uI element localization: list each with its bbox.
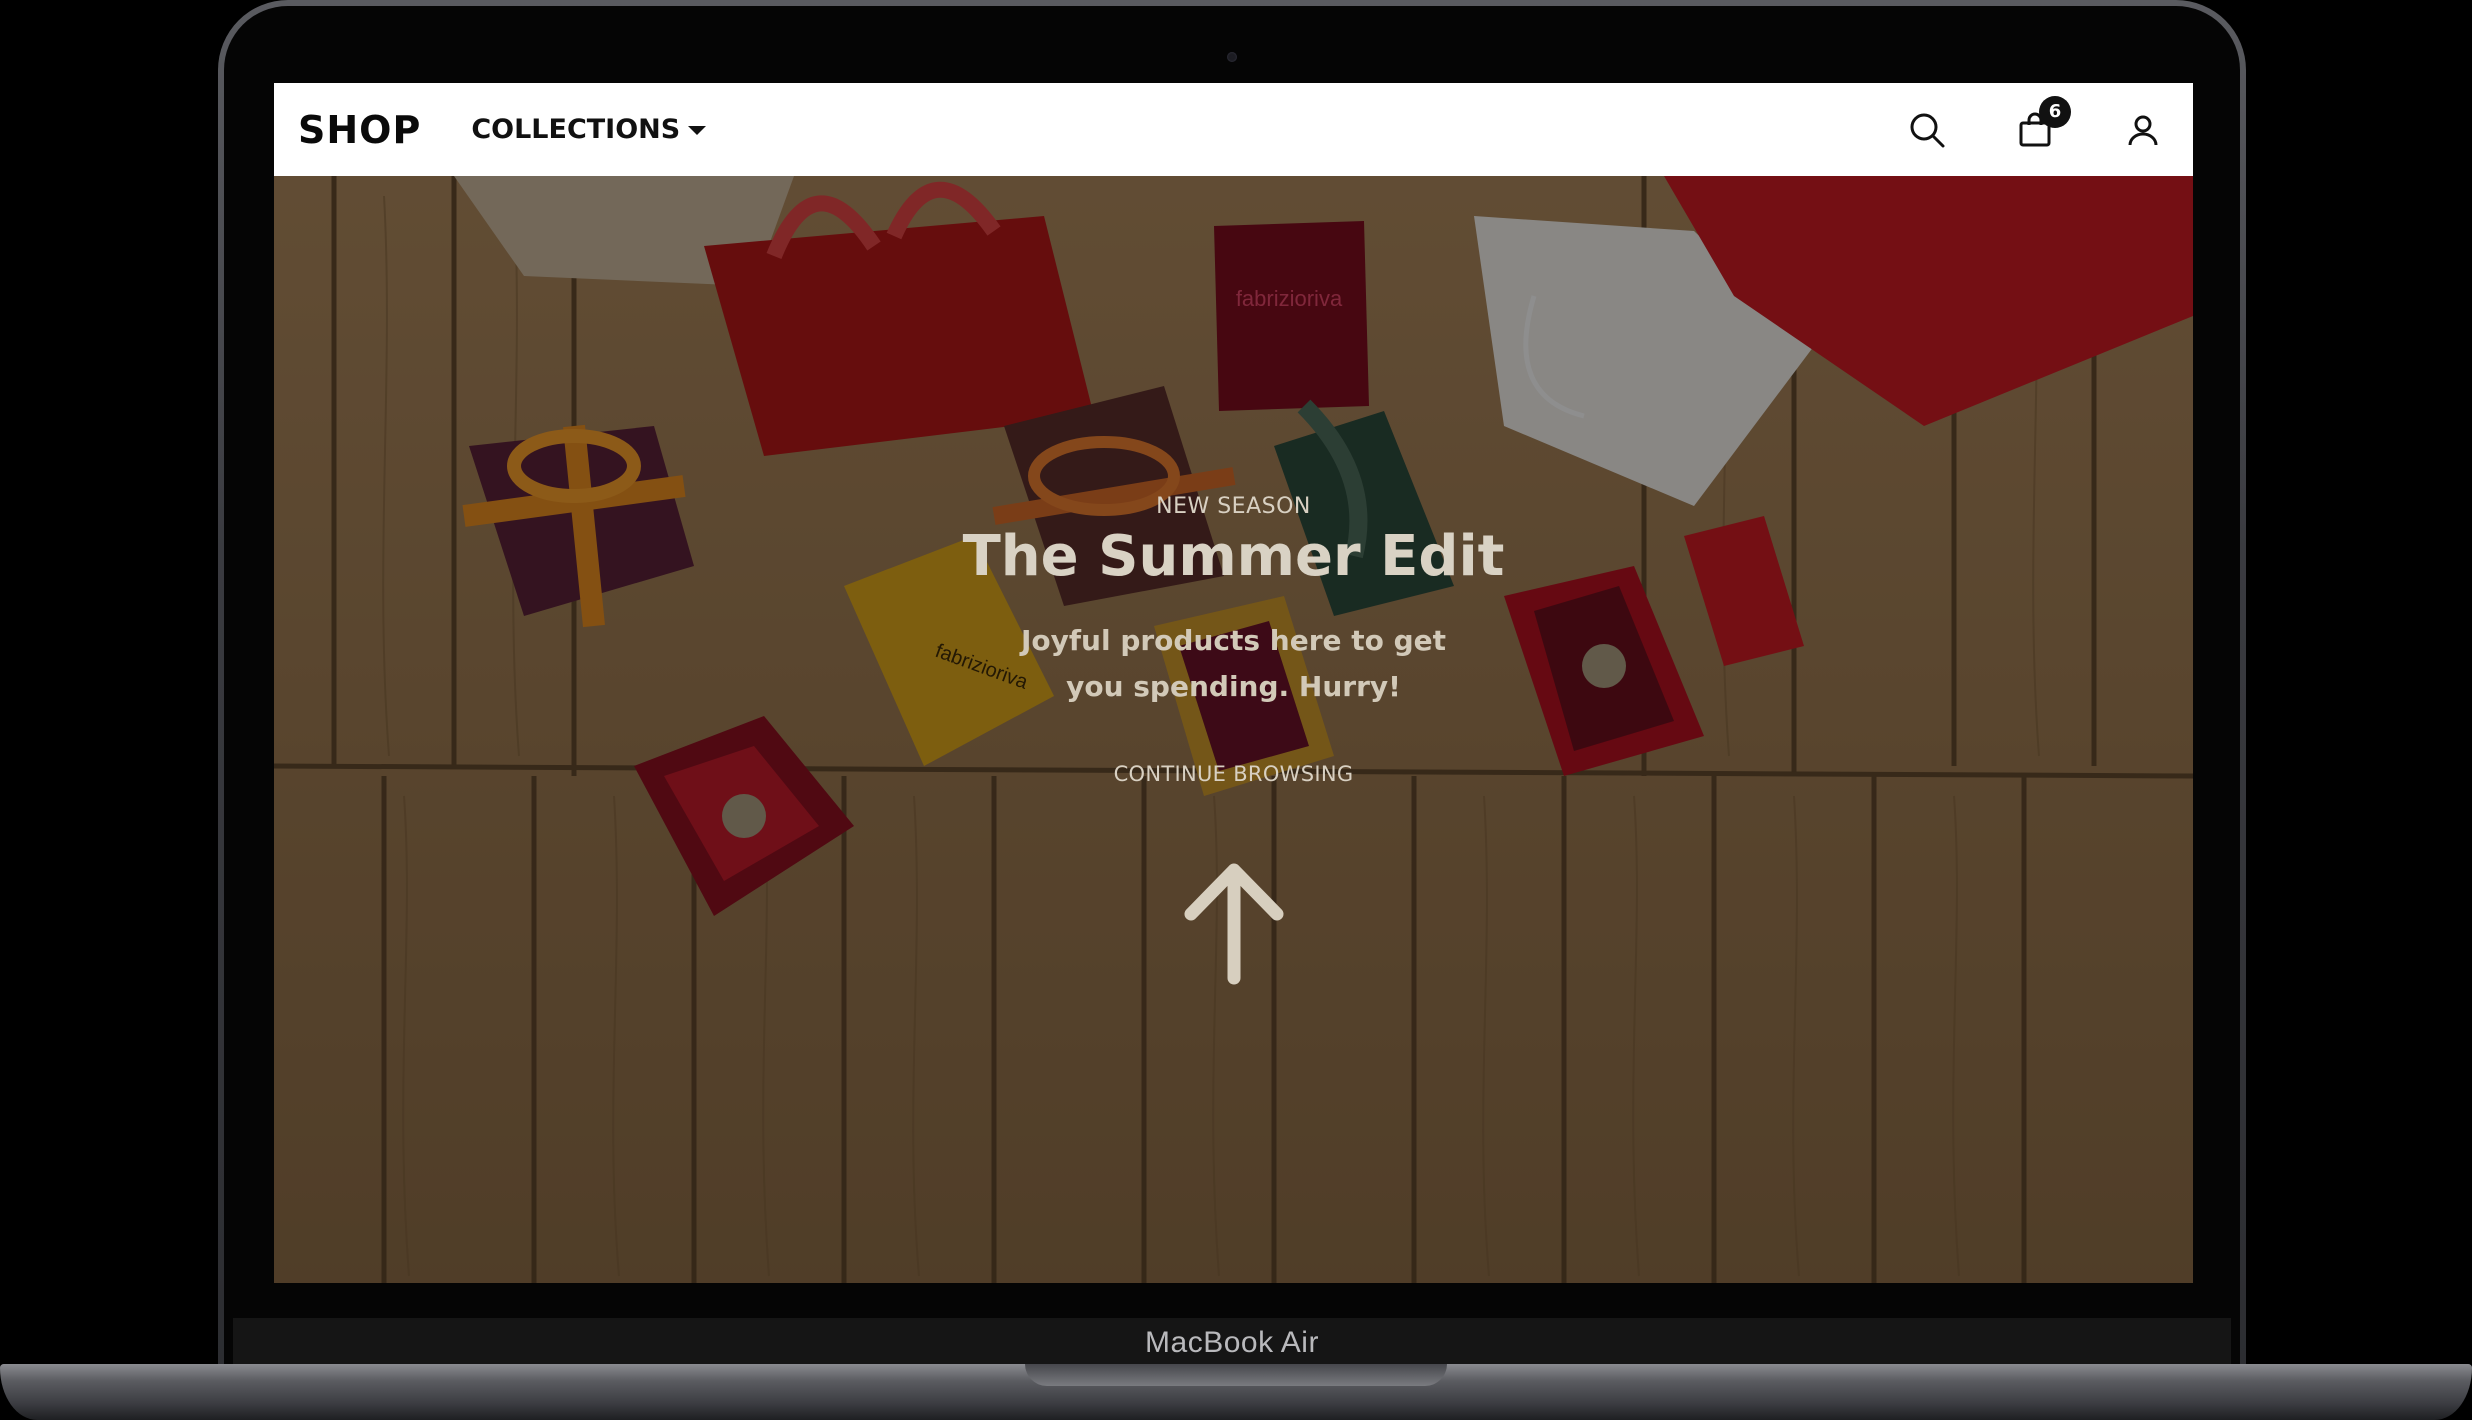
caret-down-icon <box>688 126 707 135</box>
screen: SHOP COLLECTIONS 6 fabrizioriva fabrizio… <box>274 83 2193 1283</box>
header-actions: 6 <box>1839 83 2163 176</box>
hero-overlay <box>274 176 2193 1283</box>
hero-banner: fabrizioriva fabrizioriva NEW SEASON The… <box>274 176 2193 1283</box>
hero-subtitle: Joyful products here to get you spending… <box>1020 624 1447 703</box>
collections-menu[interactable]: COLLECTIONS <box>471 114 707 145</box>
laptop-chin: MacBook Air <box>233 1318 2231 1368</box>
arrow-up-icon[interactable] <box>1179 856 1289 986</box>
device-label: MacBook Air <box>1145 1326 1319 1359</box>
search-icon <box>1910 113 1945 147</box>
user-icon <box>2128 115 2158 145</box>
laptop-base-notch <box>1025 1364 1447 1386</box>
site-logo[interactable]: SHOP <box>298 108 421 152</box>
camera-icon <box>1227 52 1237 62</box>
cart-count-badge: 6 <box>2039 95 2071 128</box>
laptop-frame: SHOP COLLECTIONS 6 fabrizioriva fabrizio… <box>0 0 2472 1420</box>
hero-title: The Summer Edit <box>962 524 1505 589</box>
continue-browsing-link[interactable]: CONTINUE BROWSING <box>274 762 2193 786</box>
search-button[interactable] <box>1907 110 1947 150</box>
hero-eyebrow: NEW SEASON <box>1156 494 1311 519</box>
account-button[interactable] <box>2123 110 2163 150</box>
cart-button[interactable]: 6 <box>2015 95 2071 150</box>
collections-label: COLLECTIONS <box>471 114 681 145</box>
site-header: SHOP COLLECTIONS 6 <box>274 83 2193 176</box>
